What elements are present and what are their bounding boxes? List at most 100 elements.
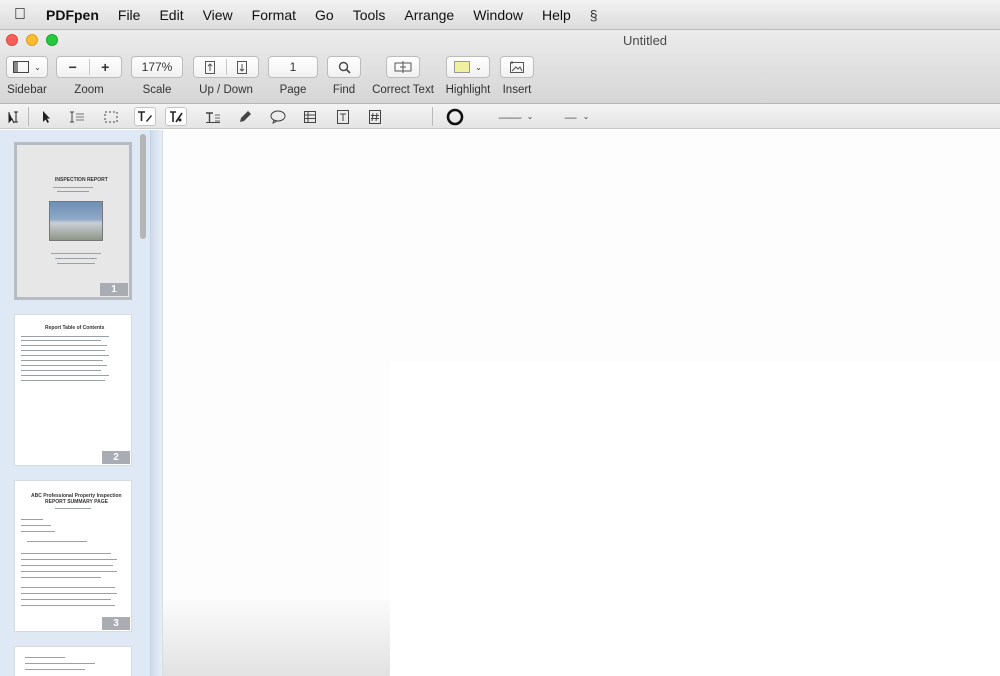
find-button[interactable] bbox=[327, 56, 361, 78]
menu-tools[interactable]: Tools bbox=[353, 7, 386, 23]
menu-arrange[interactable]: Arrange bbox=[404, 7, 454, 23]
highlight-button[interactable]: ⌄ bbox=[446, 56, 490, 78]
page-thumbnail[interactable]: INSPECTION REPORT 1 bbox=[14, 142, 132, 300]
menu-view[interactable]: View bbox=[203, 7, 233, 23]
marquee-select-tool-icon[interactable] bbox=[100, 107, 122, 126]
updown-label: Up / Down bbox=[199, 84, 253, 96]
column-select-tool-icon[interactable] bbox=[67, 107, 89, 126]
tool-strip: —— ⌄ — ⌄ bbox=[0, 104, 1000, 129]
zoom-in-button[interactable]: + bbox=[89, 59, 121, 75]
thumb-text-line bbox=[21, 375, 109, 376]
thumb-text-line bbox=[21, 559, 117, 560]
sidebar-splitter[interactable] bbox=[150, 130, 163, 676]
thumb-text-line bbox=[25, 669, 85, 670]
page-thumbnail[interactable] bbox=[14, 646, 132, 676]
page-thumbnail-sidebar: INSPECTION REPORT 1 Report Table of Cont… bbox=[0, 130, 150, 676]
thumb-heading: INSPECTION REPORT bbox=[55, 177, 108, 183]
thumb-text-line bbox=[21, 531, 55, 532]
thumb-house-photo bbox=[49, 201, 103, 241]
thumb-text-line bbox=[21, 587, 115, 588]
menu-bar:  PDFpen File Edit View Format Go Tools … bbox=[0, 0, 1000, 30]
pointer-tool-icon[interactable] bbox=[35, 107, 57, 126]
thumb-heading: Report Table of Contents bbox=[45, 325, 105, 331]
page-number-badge: 3 bbox=[102, 617, 130, 630]
line-width-dropdown[interactable]: —— ⌄ bbox=[490, 107, 542, 126]
correct-text-icon bbox=[394, 61, 412, 73]
zoom-out-button[interactable]: − bbox=[57, 59, 89, 75]
page-number-field[interactable]: 1 bbox=[268, 56, 318, 78]
thumb-text-line bbox=[53, 187, 93, 188]
select-text-tool-icon[interactable] bbox=[3, 107, 25, 126]
menu-go[interactable]: Go bbox=[315, 7, 334, 23]
menu-window[interactable]: Window bbox=[473, 7, 523, 23]
arrow-down-icon bbox=[237, 60, 248, 74]
highlight-color-swatch bbox=[454, 61, 471, 73]
sidebar-toggle-button[interactable]: ⌄ bbox=[6, 56, 48, 78]
thumb-text-line bbox=[21, 370, 101, 371]
sidebar-scroll-thumb[interactable] bbox=[140, 134, 146, 239]
page-thumbnail[interactable]: ABC Professional Property Inspection REP… bbox=[14, 480, 132, 632]
thumb-text-line bbox=[25, 657, 65, 658]
find-label: Find bbox=[332, 84, 356, 96]
thumb-text-line bbox=[21, 365, 107, 366]
page-number-badge: 1 bbox=[100, 283, 128, 296]
text-tool-icon[interactable] bbox=[134, 107, 156, 126]
arrow-up-icon bbox=[204, 60, 215, 74]
menu-file[interactable]: File bbox=[118, 7, 141, 23]
tool-separator bbox=[28, 107, 29, 126]
chevron-down-icon: ⌄ bbox=[475, 62, 482, 72]
insert-image-icon bbox=[510, 61, 524, 73]
thumb-text-line bbox=[21, 355, 109, 356]
thumb-text-line bbox=[55, 258, 97, 259]
thumb-text-line bbox=[55, 508, 91, 509]
correct-text-button[interactable] bbox=[386, 56, 420, 78]
link-tool-icon[interactable] bbox=[364, 107, 386, 126]
apple-icon[interactable]:  bbox=[14, 6, 26, 24]
window-title: Untitled bbox=[622, 33, 668, 48]
page-number-badge: 2 bbox=[102, 451, 130, 464]
thumb-text-line bbox=[21, 525, 51, 526]
thumb-text-line bbox=[21, 380, 105, 381]
thumb-text-line bbox=[57, 191, 89, 192]
comment-tool-icon[interactable] bbox=[267, 107, 289, 126]
scale-field[interactable]: 177% bbox=[131, 56, 183, 78]
correct-text-label: Correct Text bbox=[372, 84, 434, 96]
chevron-down-icon: ⌄ bbox=[34, 62, 41, 72]
sidebar-icon bbox=[13, 61, 30, 73]
thumb-text-line bbox=[21, 577, 101, 578]
stroke-color-icon[interactable] bbox=[444, 107, 466, 126]
chevron-down-icon: ⌄ bbox=[582, 112, 590, 121]
menu-edit[interactable]: Edit bbox=[159, 7, 183, 23]
thumb-text-line bbox=[21, 553, 111, 554]
table-tool-icon[interactable] bbox=[299, 107, 321, 126]
thumb-text-line bbox=[21, 593, 117, 594]
menu-format[interactable]: Format bbox=[252, 7, 296, 23]
insert-button[interactable] bbox=[500, 56, 534, 78]
thumb-text-line bbox=[21, 340, 101, 341]
line-style-dropdown[interactable]: — ⌄ bbox=[557, 107, 597, 126]
thumb-text-line bbox=[21, 565, 113, 566]
script-icon[interactable]: § bbox=[590, 7, 598, 23]
menu-app-name[interactable]: PDFpen bbox=[46, 7, 99, 23]
window-toolbar: Untitled ⌄ Sidebar − + Zoom 177% Scale U… bbox=[0, 30, 1000, 104]
thumb-text-line bbox=[21, 605, 115, 606]
thumb-text-line bbox=[21, 350, 105, 351]
sidebar-scrollbar[interactable] bbox=[138, 130, 148, 676]
menu-help[interactable]: Help bbox=[542, 7, 571, 23]
pencil-tool-icon[interactable] bbox=[234, 107, 256, 126]
highlight-label: Highlight bbox=[445, 84, 491, 96]
text-field-tool-icon[interactable] bbox=[202, 107, 224, 126]
scale-label: Scale bbox=[142, 84, 172, 96]
thumb-text-line bbox=[21, 519, 43, 520]
page-thumbnail[interactable]: Report Table of Contents 2 bbox=[14, 314, 132, 466]
thumb-text-line bbox=[21, 571, 117, 572]
document-page[interactable] bbox=[390, 362, 1000, 676]
form-field-tool-icon[interactable] bbox=[332, 107, 354, 126]
correct-text-tool-icon[interactable] bbox=[165, 107, 187, 126]
page-up-button[interactable] bbox=[194, 60, 226, 74]
page-down-button[interactable] bbox=[226, 60, 258, 74]
thumb-text-line bbox=[25, 663, 95, 664]
insert-label: Insert bbox=[502, 84, 532, 96]
zoom-label: Zoom bbox=[74, 84, 104, 96]
page-label: Page bbox=[279, 84, 307, 96]
